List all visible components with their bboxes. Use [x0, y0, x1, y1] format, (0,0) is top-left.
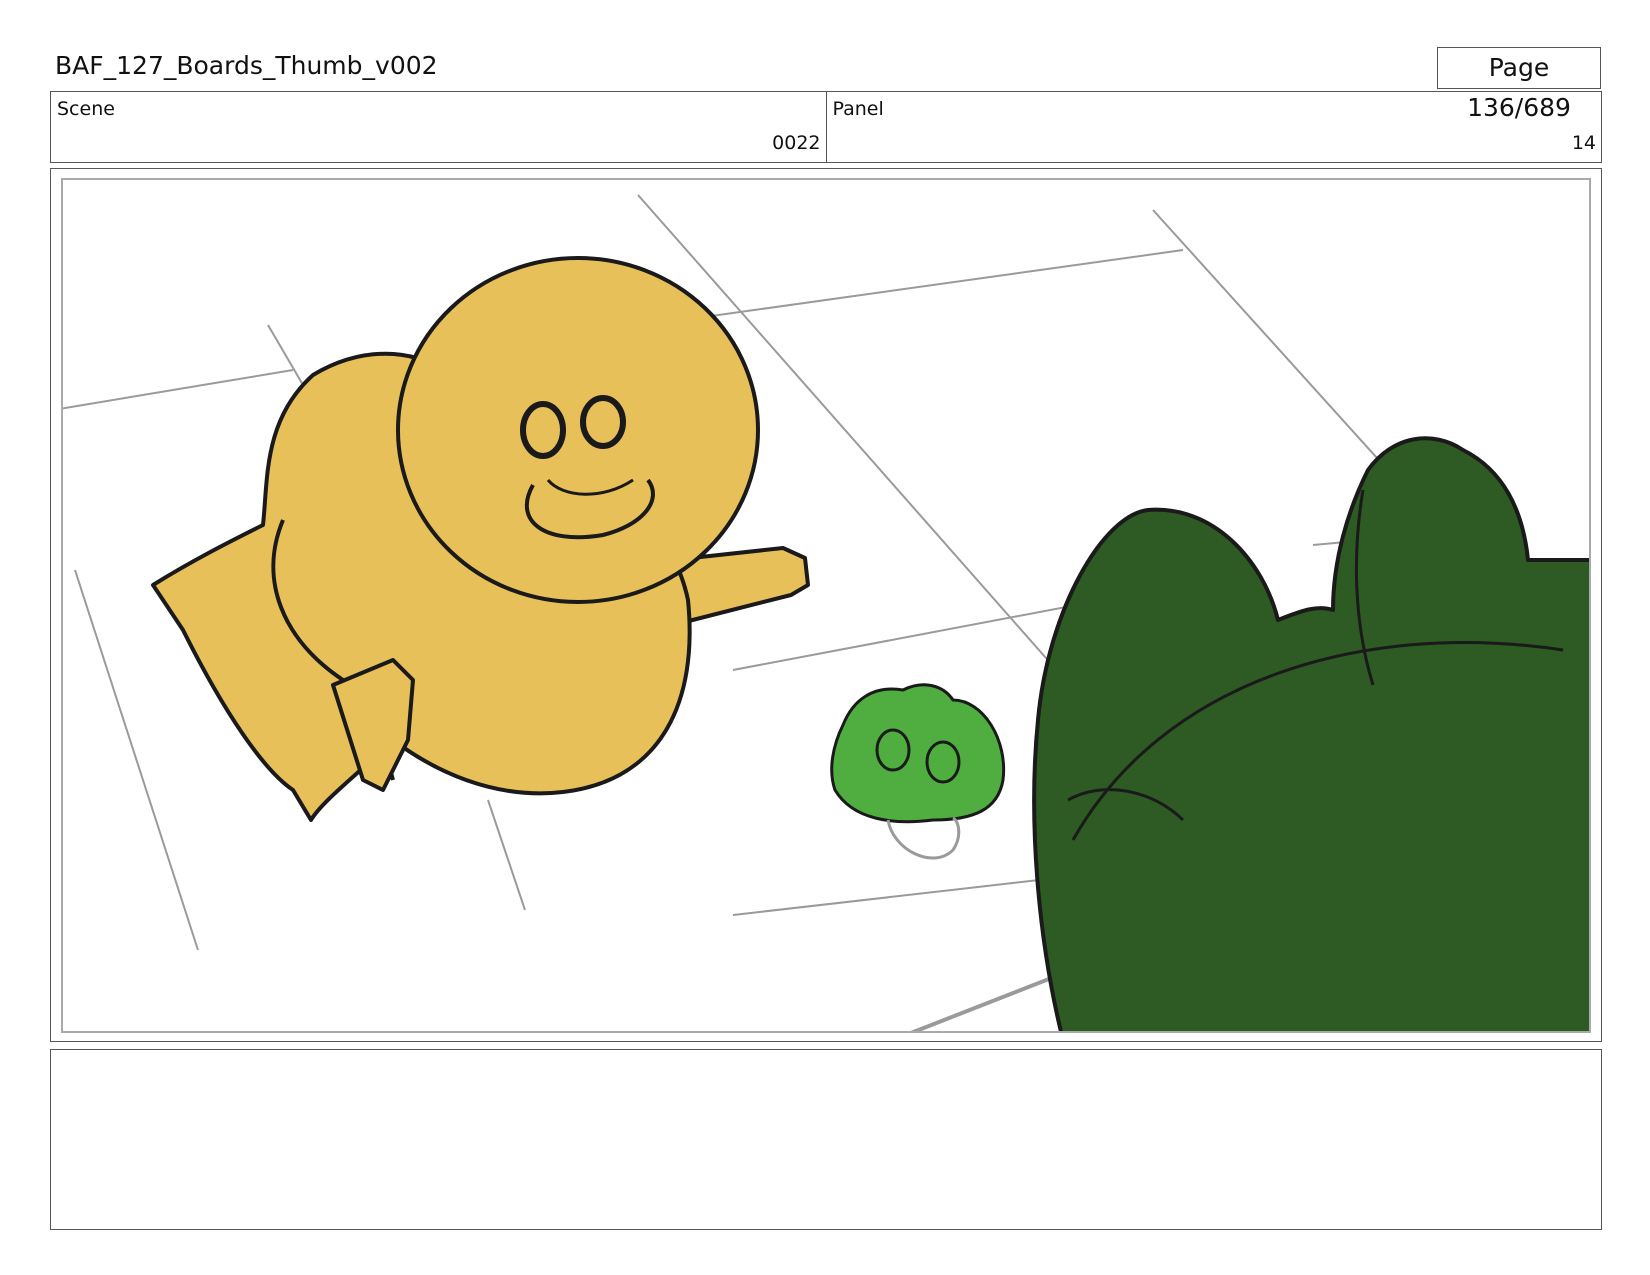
panel-value: 14 — [1571, 132, 1596, 154]
light-green-character-body — [830, 683, 1006, 824]
notes-box — [50, 1049, 1602, 1230]
scene-cell: Scene 0022 — [51, 92, 826, 162]
floor-line — [63, 369, 294, 410]
floor-line — [487, 799, 526, 911]
floor-line — [732, 874, 1084, 916]
scene-label: Scene — [57, 98, 115, 120]
dark-green-character — [1032, 436, 1589, 1031]
floor-line — [682, 249, 1184, 321]
info-table: Scene 0022 Panel 14 — [50, 91, 1602, 163]
panel-label: Panel — [832, 98, 884, 120]
panel-cell: Panel 14 — [825, 92, 1602, 162]
dark-green-character-body — [1032, 436, 1589, 1031]
yellow-character-head — [396, 256, 760, 604]
storyboard-panel-image — [61, 178, 1591, 1033]
scene-value: 0022 — [772, 132, 821, 154]
floor-line — [267, 324, 304, 386]
light-green-character — [830, 683, 1006, 860]
panel-artwork — [63, 194, 1589, 1031]
storyboard-frame — [50, 168, 1602, 1042]
page-number-box: Page 136/689 — [1437, 47, 1601, 122]
yellow-character — [151, 256, 810, 822]
light-green-character-mouth — [886, 816, 961, 860]
document-title: BAF_127_Boards_Thumb_v002 — [55, 51, 438, 80]
